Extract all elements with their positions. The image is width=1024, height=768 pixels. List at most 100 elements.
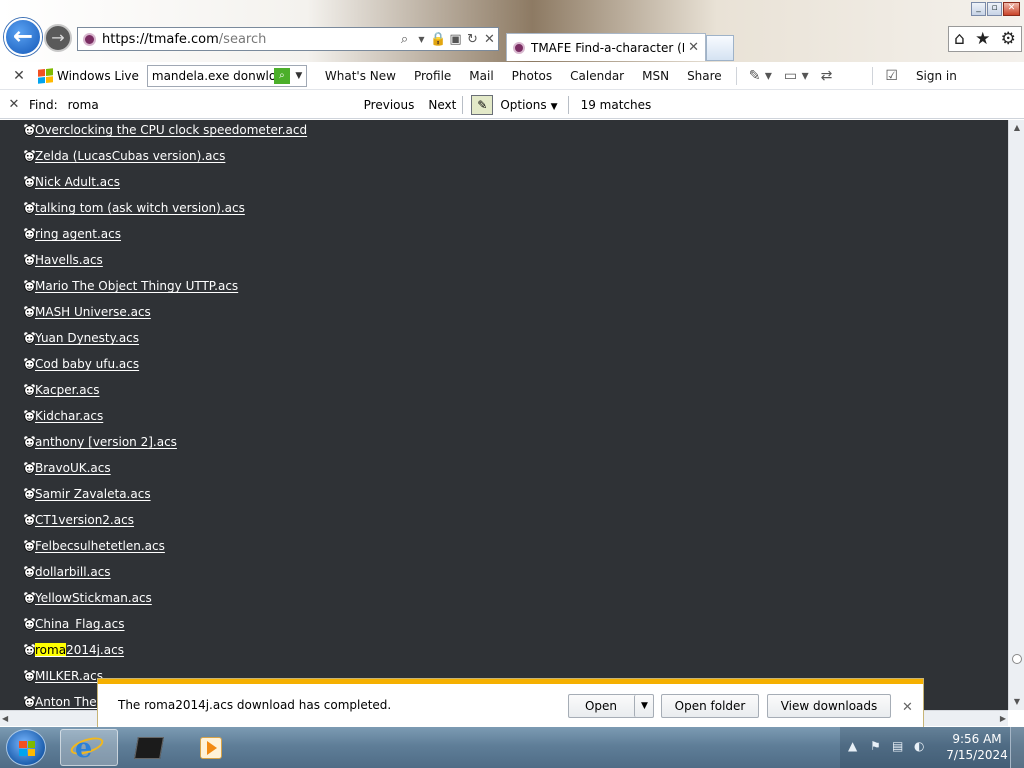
character-download-link[interactable]: Havells.acs — [35, 253, 103, 267]
checkbox-icon[interactable]: ☑ — [885, 68, 898, 84]
toolbar-link-profile[interactable]: Profile — [414, 69, 451, 83]
character-download-link[interactable]: MILKER.acs — [35, 669, 103, 683]
character-download-link[interactable]: Samir Zavaleta.acs — [35, 487, 151, 501]
list-item: Zelda (LucasCubas version).acs — [0, 149, 1008, 175]
agent-character-icon — [24, 592, 35, 604]
highlighter-icon[interactable]: ✎ ▾ — [749, 68, 772, 84]
search-dropdown-icon[interactable]: ▼ — [292, 71, 306, 81]
close-notification-icon[interactable]: ✕ — [902, 700, 913, 715]
character-download-link[interactable]: ring agent.acs — [35, 227, 121, 241]
character-download-link[interactable]: anthony [version 2].acs — [35, 435, 177, 449]
character-download-link[interactable]: YellowStickman.acs — [35, 591, 152, 605]
forward-arrow-icon: → — [51, 28, 65, 47]
address-bar[interactable]: https://tmafe.com/search ⌕ ▼ 🔒 ▣ ↻ ✕ — [77, 27, 499, 51]
character-download-link[interactable]: Cod baby ufu.acs — [35, 357, 139, 371]
character-download-link[interactable]: roma2014j.acs — [35, 643, 124, 657]
scroll-up-icon[interactable]: ▲ — [1009, 120, 1024, 136]
url-text[interactable]: https://tmafe.com/search — [102, 32, 396, 47]
scroll-thumb[interactable] — [1012, 654, 1022, 664]
toolbar-link-share[interactable]: Share — [687, 69, 722, 83]
character-download-link[interactable]: Overclocking the CPU clock speedometer.a… — [35, 123, 307, 137]
agent-character-icon — [24, 358, 35, 370]
character-download-link[interactable]: Mario The Object Thingy UTTP.acs — [35, 279, 238, 293]
forward-button[interactable]: → — [44, 24, 72, 52]
toolbar-link-calendar[interactable]: Calendar — [570, 69, 624, 83]
home-icon[interactable]: ⌂ — [954, 29, 965, 49]
action-center-flag-icon[interactable]: ⚑ — [870, 739, 881, 753]
compatibility-view-icon[interactable]: ▣ — [447, 32, 464, 47]
show-desktop-button[interactable] — [1010, 727, 1024, 768]
list-item: YellowStickman.acs — [0, 591, 1008, 617]
lock-icon[interactable]: 🔒 — [430, 32, 447, 47]
translate-icon[interactable]: ⇄ — [821, 68, 833, 84]
tab-close-icon[interactable]: ✕ — [688, 40, 699, 55]
find-next-button[interactable]: Next — [428, 98, 456, 112]
windows-live-search-input[interactable]: mandela.exe donwload — [148, 69, 274, 83]
character-download-link[interactable]: Yuan Dynesty.acs — [35, 331, 139, 345]
dropdown-arrow-icon[interactable]: ▼ — [413, 35, 430, 44]
windows-live-search-box[interactable]: mandela.exe donwload ⌕ ▼ — [146, 64, 307, 87]
character-download-link[interactable]: talking tom (ask witch version).acs — [35, 201, 245, 215]
refresh-icon[interactable]: ↻ — [464, 32, 481, 47]
character-download-link[interactable]: Nick Adult.acs — [35, 175, 120, 189]
character-download-link[interactable]: Kidchar.acs — [35, 409, 103, 423]
taskbar-media-player[interactable] — [192, 729, 250, 766]
toolbar-link-msn[interactable]: MSN — [642, 69, 669, 83]
tab-tmafe[interactable]: TMAFE Find-a-character (B... ✕ — [506, 33, 706, 61]
open-folder-button[interactable]: Open folder — [661, 694, 759, 718]
toolbar-link-photos[interactable]: Photos — [512, 69, 552, 83]
maximize-button[interactable]: ▫ — [987, 2, 1002, 16]
view-downloads-button[interactable]: View downloads — [767, 694, 891, 718]
find-previous-button[interactable]: Previous — [364, 98, 415, 112]
toolbar-link-whats-new[interactable]: What's New — [325, 69, 396, 83]
vertical-scrollbar[interactable]: ▲ ▼ — [1008, 120, 1024, 710]
character-download-link[interactable]: Felbecsulhetetlen.acs — [35, 539, 165, 553]
search-icon[interactable]: ⌕ — [396, 32, 413, 47]
network-icon[interactable]: ▤ — [892, 739, 903, 753]
sign-in-link[interactable]: Sign in — [916, 69, 957, 83]
new-tab-button[interactable] — [706, 35, 734, 61]
highlight-matches-icon[interactable]: ✎ — [471, 94, 494, 115]
list-item: CT1version2.acs — [0, 513, 1008, 539]
character-download-link[interactable]: China_Flag.acs — [35, 617, 125, 631]
start-button[interactable] — [6, 729, 46, 766]
taskbar-internet-explorer[interactable]: e — [60, 729, 118, 766]
open-dropdown-button[interactable]: ▼ — [634, 695, 654, 717]
windows-live-logo[interactable]: Windows Live — [38, 67, 139, 84]
window-icon[interactable]: ▭ ▾ — [784, 68, 809, 84]
taskbar: e ▲ ⚑ ▤ ◐ 9:56 AM 7/15/2024 — [0, 727, 1024, 768]
search-go-icon[interactable]: ⌕ — [273, 67, 290, 84]
browser-window: _ ▫ ✕ ← → https://tmafe.com/search ⌕ ▼ 🔒… — [0, 0, 1024, 768]
find-match-count: 19 matches — [580, 97, 652, 112]
character-download-link[interactable]: Zelda (LucasCubas version).acs — [35, 149, 225, 163]
scroll-down-icon[interactable]: ▼ — [1009, 694, 1024, 710]
list-item: roma2014j.acs — [0, 643, 1008, 669]
toolbar-link-mail[interactable]: Mail — [469, 69, 493, 83]
agent-character-icon — [24, 150, 35, 162]
close-find-icon[interactable]: ✕ — [0, 97, 28, 112]
minimize-button[interactable]: _ — [971, 2, 986, 16]
character-download-link[interactable]: CT1version2.acs — [35, 513, 134, 527]
agent-character-icon — [24, 462, 35, 474]
back-button[interactable]: ← — [4, 18, 42, 56]
tray-expand-icon[interactable]: ▲ — [848, 739, 857, 753]
character-download-link[interactable]: dollarbill.acs — [35, 565, 111, 579]
find-options-button[interactable]: Options ▼ — [500, 98, 557, 112]
stop-icon[interactable]: ✕ — [481, 32, 498, 47]
character-download-link[interactable]: MASH Universe.acs — [35, 305, 151, 319]
clock[interactable]: 9:56 AM 7/15/2024 — [940, 731, 1014, 763]
close-window-button[interactable]: ✕ — [1003, 2, 1020, 16]
internet-explorer-icon: e — [75, 733, 93, 764]
character-download-link[interactable]: Kacper.acs — [35, 383, 99, 397]
settings-gear-icon[interactable]: ⚙ — [1001, 29, 1016, 49]
list-item: Samir Zavaleta.acs — [0, 487, 1008, 513]
find-input[interactable]: roma — [68, 98, 358, 112]
volume-icon[interactable]: ◐ — [914, 739, 924, 753]
favorites-star-icon[interactable]: ★ — [975, 29, 990, 49]
scroll-left-icon[interactable]: ◀ — [2, 711, 8, 727]
taskbar-terminal[interactable] — [126, 729, 184, 766]
download-message: The roma2014j.acs download has completed… — [118, 698, 392, 712]
close-toolbar-icon[interactable]: ✕ — [0, 68, 38, 84]
scroll-right-icon[interactable]: ▶ — [1000, 711, 1006, 727]
character-download-link[interactable]: BravoUK.acs — [35, 461, 111, 475]
